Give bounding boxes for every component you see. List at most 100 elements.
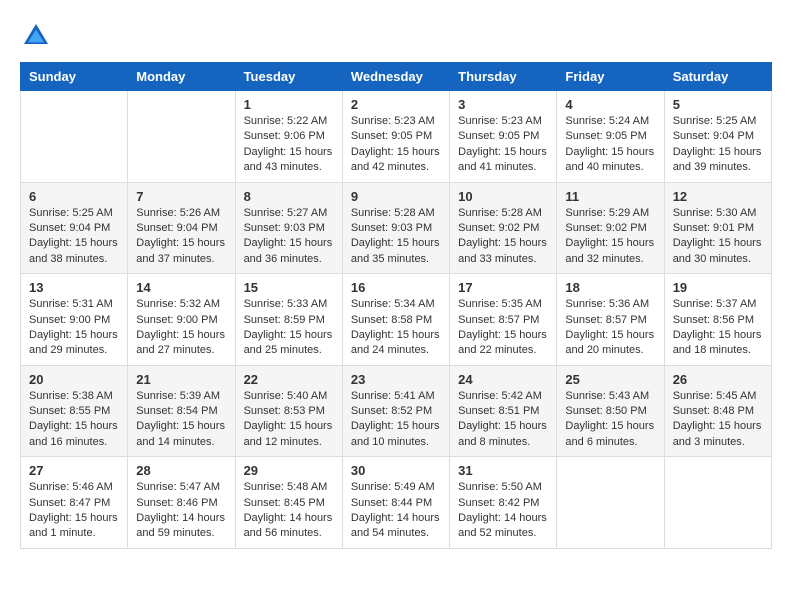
calendar-week: 6 Sunrise: 5:25 AM Sunset: 9:04 PM Daylig… <box>21 182 772 274</box>
header-day: Sunday <box>21 63 128 91</box>
day-info: Sunrise: 5:33 AM Sunset: 8:59 PM Dayligh… <box>244 297 334 359</box>
day-info: Sunrise: 5:32 AM Sunset: 9:00 PM Dayligh… <box>136 297 226 359</box>
day-info: Sunrise: 5:31 AM Sunset: 9:00 PM Dayligh… <box>29 297 119 359</box>
day-info: Sunrise: 5:26 AM Sunset: 9:04 PM Dayligh… <box>136 206 226 268</box>
calendar-cell: 8 Sunrise: 5:27 AM Sunset: 9:03 PM Daylig… <box>235 182 342 274</box>
calendar-week: 13 Sunrise: 5:31 AM Sunset: 9:00 PM Dayli… <box>21 274 772 366</box>
day-info: Sunrise: 5:36 AM Sunset: 8:57 PM Dayligh… <box>565 297 655 359</box>
day-number: 25 <box>565 372 655 387</box>
day-number: 14 <box>136 280 226 295</box>
day-info: Sunrise: 5:42 AM Sunset: 8:51 PM Dayligh… <box>458 389 548 451</box>
calendar-cell <box>21 91 128 183</box>
calendar-week: 20 Sunrise: 5:38 AM Sunset: 8:55 PM Dayli… <box>21 365 772 457</box>
calendar-body: 1 Sunrise: 5:22 AM Sunset: 9:06 PM Daylig… <box>21 91 772 549</box>
day-info: Sunrise: 5:22 AM Sunset: 9:06 PM Dayligh… <box>244 114 334 176</box>
day-number: 3 <box>458 97 548 112</box>
day-number: 18 <box>565 280 655 295</box>
day-number: 23 <box>351 372 441 387</box>
day-number: 6 <box>29 189 119 204</box>
day-number: 31 <box>458 463 548 478</box>
calendar-cell <box>664 457 771 549</box>
day-info: Sunrise: 5:45 AM Sunset: 8:48 PM Dayligh… <box>673 389 763 451</box>
calendar-cell: 13 Sunrise: 5:31 AM Sunset: 9:00 PM Dayli… <box>21 274 128 366</box>
calendar-cell: 22Sunrise: 5:40 AM Sunset: 8:53 PM Dayli… <box>235 365 342 457</box>
calendar-cell: 11Sunrise: 5:29 AM Sunset: 9:02 PM Dayli… <box>557 182 664 274</box>
day-number: 28 <box>136 463 226 478</box>
day-number: 1 <box>244 97 334 112</box>
day-number: 21 <box>136 372 226 387</box>
day-info: Sunrise: 5:37 AM Sunset: 8:56 PM Dayligh… <box>673 297 763 359</box>
day-info: Sunrise: 5:24 AM Sunset: 9:05 PM Dayligh… <box>565 114 655 176</box>
calendar-cell: 3 Sunrise: 5:23 AM Sunset: 9:05 PM Daylig… <box>450 91 557 183</box>
logo <box>20 20 56 52</box>
day-number: 26 <box>673 372 763 387</box>
day-number: 15 <box>244 280 334 295</box>
day-info: Sunrise: 5:30 AM Sunset: 9:01 PM Dayligh… <box>673 206 763 268</box>
calendar-cell: 31 Sunrise: 5:50 AM Sunset: 8:42 PM Dayli… <box>450 457 557 549</box>
day-info: Sunrise: 5:43 AM Sunset: 8:50 PM Dayligh… <box>565 389 655 451</box>
day-number: 5 <box>673 97 763 112</box>
day-number: 20 <box>29 372 119 387</box>
header-day: Friday <box>557 63 664 91</box>
calendar-cell: 21 Sunrise: 5:39 AM Sunset: 8:54 PM Dayli… <box>128 365 235 457</box>
calendar-cell: 19 Sunrise: 5:37 AM Sunset: 8:56 PM Dayli… <box>664 274 771 366</box>
header-day: Wednesday <box>342 63 449 91</box>
day-info: Sunrise: 5:27 AM Sunset: 9:03 PM Dayligh… <box>244 206 334 268</box>
calendar-cell: 14 Sunrise: 5:32 AM Sunset: 9:00 PM Dayli… <box>128 274 235 366</box>
header-day: Thursday <box>450 63 557 91</box>
day-info: Sunrise: 5:29 AM Sunset: 9:02 PM Dayligh… <box>565 206 655 268</box>
day-info: Sunrise: 5:46 AM Sunset: 8:47 PM Dayligh… <box>29 480 119 542</box>
day-info: Sunrise: 5:41 AM Sunset: 8:52 PM Dayligh… <box>351 389 441 451</box>
calendar-cell: 7 Sunrise: 5:26 AM Sunset: 9:04 PM Daylig… <box>128 182 235 274</box>
calendar-cell: 4Sunrise: 5:24 AM Sunset: 9:05 PM Daylig… <box>557 91 664 183</box>
day-info: Sunrise: 5:47 AM Sunset: 8:46 PM Dayligh… <box>136 480 226 542</box>
calendar-cell: 12 Sunrise: 5:30 AM Sunset: 9:01 PM Dayli… <box>664 182 771 274</box>
calendar-cell: 23 Sunrise: 5:41 AM Sunset: 8:52 PM Dayli… <box>342 365 449 457</box>
calendar-cell: 29 Sunrise: 5:48 AM Sunset: 8:45 PM Dayli… <box>235 457 342 549</box>
day-info: Sunrise: 5:49 AM Sunset: 8:44 PM Dayligh… <box>351 480 441 542</box>
day-info: Sunrise: 5:50 AM Sunset: 8:42 PM Dayligh… <box>458 480 548 542</box>
day-info: Sunrise: 5:25 AM Sunset: 9:04 PM Dayligh… <box>673 114 763 176</box>
calendar-cell <box>128 91 235 183</box>
calendar-week: 1 Sunrise: 5:22 AM Sunset: 9:06 PM Daylig… <box>21 91 772 183</box>
day-number: 16 <box>351 280 441 295</box>
day-info: Sunrise: 5:38 AM Sunset: 8:55 PM Dayligh… <box>29 389 119 451</box>
calendar-cell: 28 Sunrise: 5:47 AM Sunset: 8:46 PM Dayli… <box>128 457 235 549</box>
calendar-cell: 27Sunrise: 5:46 AM Sunset: 8:47 PM Dayli… <box>21 457 128 549</box>
calendar-cell: 10 Sunrise: 5:28 AM Sunset: 9:02 PM Dayli… <box>450 182 557 274</box>
calendar: SundayMondayTuesdayWednesdayThursdayFrid… <box>20 62 772 549</box>
day-number: 19 <box>673 280 763 295</box>
day-info: Sunrise: 5:48 AM Sunset: 8:45 PM Dayligh… <box>244 480 334 542</box>
day-info: Sunrise: 5:23 AM Sunset: 9:05 PM Dayligh… <box>458 114 548 176</box>
calendar-cell: 2 Sunrise: 5:23 AM Sunset: 9:05 PM Daylig… <box>342 91 449 183</box>
calendar-cell: 15 Sunrise: 5:33 AM Sunset: 8:59 PM Dayli… <box>235 274 342 366</box>
day-info: Sunrise: 5:25 AM Sunset: 9:04 PM Dayligh… <box>29 206 119 268</box>
day-info: Sunrise: 5:34 AM Sunset: 8:58 PM Dayligh… <box>351 297 441 359</box>
day-number: 17 <box>458 280 548 295</box>
calendar-week: 27Sunrise: 5:46 AM Sunset: 8:47 PM Dayli… <box>21 457 772 549</box>
day-info: Sunrise: 5:35 AM Sunset: 8:57 PM Dayligh… <box>458 297 548 359</box>
day-number: 24 <box>458 372 548 387</box>
calendar-cell: 16 Sunrise: 5:34 AM Sunset: 8:58 PM Dayli… <box>342 274 449 366</box>
header-day: Tuesday <box>235 63 342 91</box>
day-number: 8 <box>244 189 334 204</box>
calendar-header: SundayMondayTuesdayWednesdayThursdayFrid… <box>21 63 772 91</box>
day-info: Sunrise: 5:23 AM Sunset: 9:05 PM Dayligh… <box>351 114 441 176</box>
day-number: 29 <box>244 463 334 478</box>
day-number: 10 <box>458 189 548 204</box>
calendar-cell: 9Sunrise: 5:28 AM Sunset: 9:03 PM Daylig… <box>342 182 449 274</box>
calendar-cell: 30Sunrise: 5:49 AM Sunset: 8:44 PM Dayli… <box>342 457 449 549</box>
day-number: 2 <box>351 97 441 112</box>
calendar-cell: 6 Sunrise: 5:25 AM Sunset: 9:04 PM Daylig… <box>21 182 128 274</box>
day-info: Sunrise: 5:39 AM Sunset: 8:54 PM Dayligh… <box>136 389 226 451</box>
day-number: 13 <box>29 280 119 295</box>
calendar-cell: 17 Sunrise: 5:35 AM Sunset: 8:57 PM Dayli… <box>450 274 557 366</box>
page-header <box>20 20 772 52</box>
day-number: 12 <box>673 189 763 204</box>
day-number: 7 <box>136 189 226 204</box>
calendar-cell: 20 Sunrise: 5:38 AM Sunset: 8:55 PM Dayli… <box>21 365 128 457</box>
day-info: Sunrise: 5:28 AM Sunset: 9:02 PM Dayligh… <box>458 206 548 268</box>
day-number: 9 <box>351 189 441 204</box>
calendar-cell: 1 Sunrise: 5:22 AM Sunset: 9:06 PM Daylig… <box>235 91 342 183</box>
header-row: SundayMondayTuesdayWednesdayThursdayFrid… <box>21 63 772 91</box>
